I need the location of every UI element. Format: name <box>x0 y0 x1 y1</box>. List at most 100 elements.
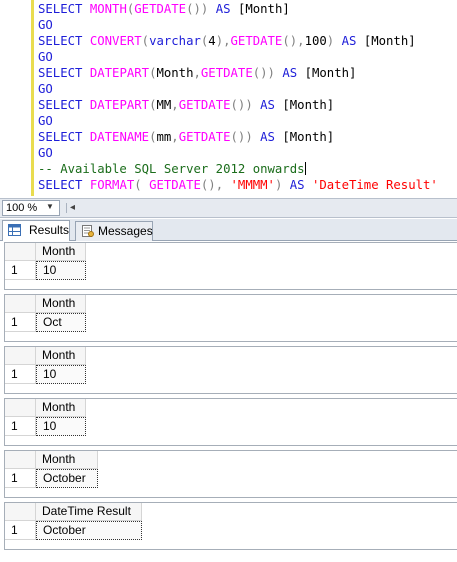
grid-cell[interactable]: October <box>36 469 98 488</box>
grid-corner[interactable] <box>5 243 36 261</box>
column-header[interactable]: DateTime Result <box>36 503 142 521</box>
code-token: SELECT <box>38 66 90 80</box>
code-token: 'DateTime Result' <box>311 178 438 192</box>
tab-results[interactable]: Results <box>2 220 70 241</box>
code-token: mm <box>156 130 172 144</box>
tab-results-label: Results <box>29 223 70 237</box>
code-token: CONVERT <box>89 34 142 48</box>
result-grid[interactable]: DateTime Result 1 October <box>4 502 457 550</box>
code-token: SELECT <box>38 98 90 112</box>
sql-editor[interactable]: SELECT MONTH(GETDATE()) AS [Month] GO SELE… <box>0 0 457 196</box>
code-token: GETDATE <box>200 66 253 80</box>
code-line[interactable]: SELECT DATENAME(mm,GETDATE()) AS [Month] <box>38 129 438 145</box>
code-token: GETDATE <box>134 2 187 16</box>
code-token: GO <box>38 18 53 32</box>
code-token: AS <box>282 178 312 192</box>
code-line[interactable]: SELECT DATEPART(MM,GETDATE()) AS [Month] <box>38 97 438 113</box>
divider <box>66 203 67 213</box>
code-line[interactable]: GO <box>38 49 438 65</box>
result-grid[interactable]: Month 1 Oct <box>4 294 457 342</box>
code-token: GETDATE <box>149 178 201 192</box>
code-token: MM <box>156 98 172 112</box>
chevron-down-icon[interactable]: ▼ <box>46 199 54 215</box>
code-line[interactable]: SELECT MONTH(GETDATE()) AS [Month] <box>38 1 438 17</box>
code-token: [Month] <box>304 66 357 80</box>
grid-corner[interactable] <box>5 451 36 469</box>
code-line[interactable]: SELECT FORMAT( GETDATE(), 'MMMM') AS 'Da… <box>38 177 438 193</box>
grid-corner[interactable] <box>5 295 36 313</box>
row-number[interactable]: 1 <box>5 469 36 488</box>
code-token: ()) <box>230 98 253 112</box>
column-header[interactable]: Month <box>36 451 98 469</box>
code-token: Month <box>156 66 194 80</box>
grid-cell[interactable]: 10 <box>36 417 86 436</box>
column-header[interactable]: Month <box>36 243 86 261</box>
code-token: [Month] <box>237 2 290 16</box>
code-line[interactable]: -- Available SQL Server 2012 onwards <box>38 161 438 177</box>
grid-corner[interactable] <box>5 503 36 521</box>
code-token: AS <box>252 130 283 144</box>
code-token: ( <box>141 34 150 48</box>
row-number[interactable]: 1 <box>5 417 36 436</box>
code-token: (), <box>282 34 305 48</box>
zoom-value: 100 % <box>6 202 38 214</box>
grid-cell[interactable]: 10 <box>36 365 86 384</box>
code-token: GO <box>38 114 53 128</box>
code-line[interactable]: SELECT CONVERT(varchar(4),GETDATE(),100)… <box>38 33 438 49</box>
grid-cell[interactable]: October <box>36 521 142 540</box>
code-token: , <box>193 66 201 80</box>
column-header[interactable]: Month <box>36 295 86 313</box>
code-token: DATENAME <box>89 130 150 144</box>
code-token: ()) <box>230 130 253 144</box>
code-token: ()) <box>186 2 209 16</box>
code-token: DATEPART <box>89 98 150 112</box>
result-grid[interactable]: Month 1 10 <box>4 242 457 290</box>
code-line[interactable]: GO <box>38 17 438 33</box>
scroll-left-icon[interactable]: ◂ <box>70 200 75 216</box>
code-token: SELECT <box>38 130 90 144</box>
grid-cell[interactable]: 10 <box>36 261 86 280</box>
row-number[interactable]: 1 <box>5 521 36 540</box>
code-token: GETDATE <box>178 98 231 112</box>
column-header[interactable]: Month <box>36 399 86 417</box>
result-grid[interactable]: Month 1 October <box>4 450 457 498</box>
code-line[interactable]: GO <box>38 81 438 97</box>
sql-code[interactable]: SELECT MONTH(GETDATE()) AS [Month] GO SELE… <box>38 1 438 193</box>
tab-messages[interactable]: Messages <box>75 221 153 241</box>
code-token: , <box>171 98 179 112</box>
results-tabbar: Results Messages <box>0 219 457 241</box>
code-token: GETDATE <box>178 130 231 144</box>
grid-cell[interactable]: Oct <box>36 313 86 332</box>
row-number[interactable]: 1 <box>5 365 36 384</box>
grid-corner[interactable] <box>5 347 36 365</box>
column-header[interactable]: Month <box>36 347 86 365</box>
code-token: GO <box>38 146 53 160</box>
code-token: AS <box>208 2 238 16</box>
code-token: 'MMMM' <box>230 178 275 192</box>
code-token: AS <box>252 98 283 112</box>
code-token: GO <box>38 82 53 96</box>
text-caret <box>304 162 306 175</box>
code-token: FORMAT <box>89 178 135 192</box>
result-grid[interactable]: Month 1 10 <box>4 346 457 394</box>
grid-icon <box>8 224 21 236</box>
code-token: 4 <box>208 34 216 48</box>
row-number[interactable]: 1 <box>5 261 36 280</box>
code-token: varchar <box>149 34 201 48</box>
code-line[interactable]: GO <box>38 113 438 129</box>
code-token: GETDATE <box>230 34 283 48</box>
code-token: GO <box>38 50 53 64</box>
code-token: SELECT <box>38 34 90 48</box>
code-token: -- Available SQL Server 2012 onwards <box>38 162 305 176</box>
code-line[interactable]: SELECT DATEPART(Month,GETDATE()) AS [Mon… <box>38 65 438 81</box>
code-line[interactable]: GO <box>38 145 438 161</box>
code-token: , <box>171 130 179 144</box>
code-token: MONTH <box>89 2 127 16</box>
change-tracking-bar <box>31 0 34 196</box>
row-number[interactable]: 1 <box>5 313 36 332</box>
result-grid[interactable]: Month 1 10 <box>4 398 457 446</box>
tab-messages-label: Messages <box>98 224 153 238</box>
editor-status-row: 100 % ▼ ◂ <box>0 198 457 218</box>
grid-corner[interactable] <box>5 399 36 417</box>
